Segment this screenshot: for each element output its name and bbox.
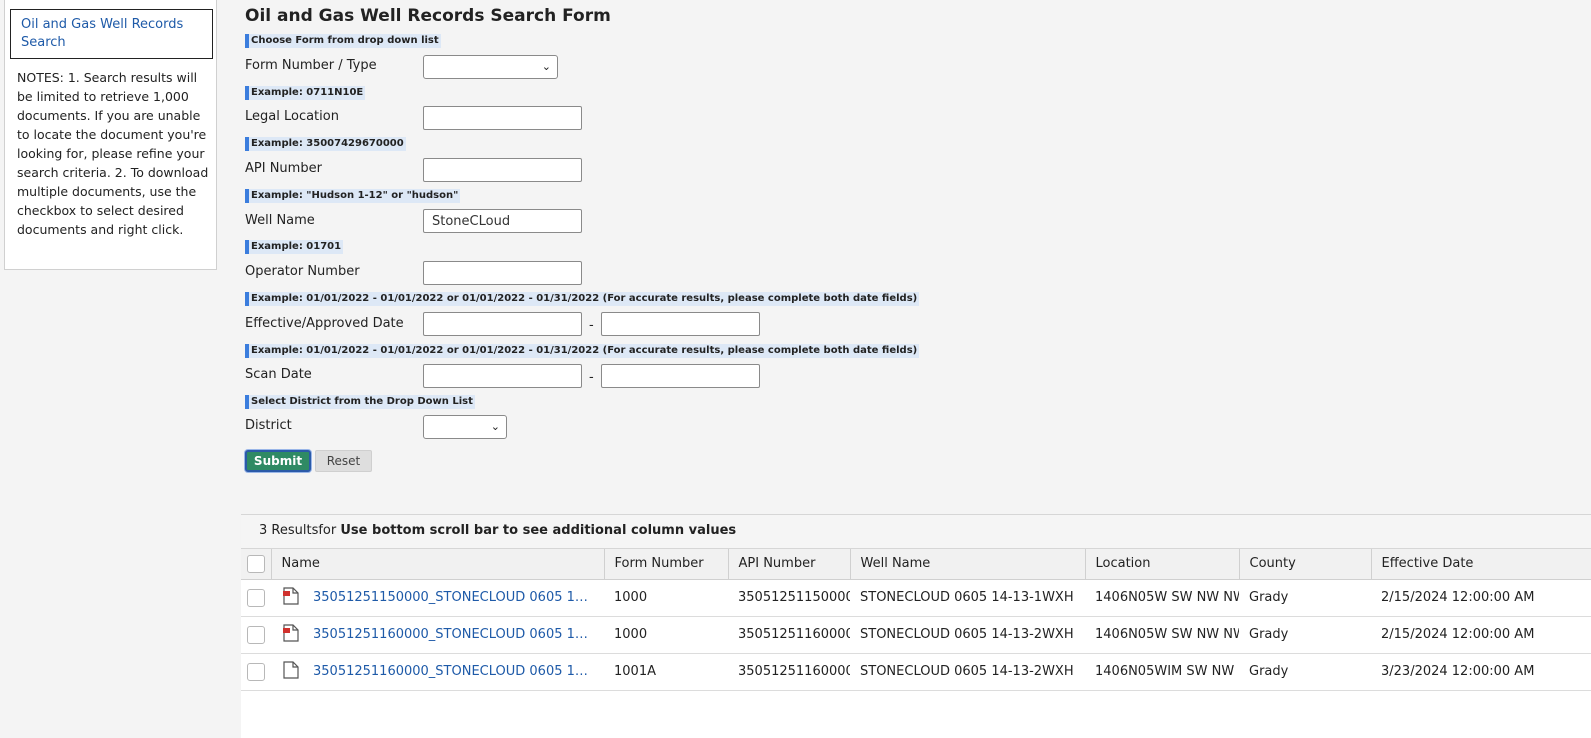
document-link[interactable]: 35051251160000_STONECLOUD 0605 14-13-2WX… xyxy=(313,664,594,679)
label-district: District xyxy=(245,418,292,433)
left-panel: Oil and Gas Well Records Search NOTES: 1… xyxy=(4,0,217,270)
row-select-cell xyxy=(241,653,271,691)
table-header-row: Name Form Number API Number Well Name Lo… xyxy=(241,549,1591,580)
row-checkbox[interactable] xyxy=(247,662,265,681)
well-name-input[interactable] xyxy=(423,209,582,233)
row-checkbox[interactable] xyxy=(247,625,265,644)
scan-date-to-input[interactable] xyxy=(601,364,760,388)
effective-date-cell: 2/15/2024 12:00:00 AM xyxy=(1371,579,1591,617)
submit-button[interactable]: Submit xyxy=(245,450,311,472)
county-cell: Grady xyxy=(1239,579,1371,617)
well-name-cell: STONECLOUD 0605 14-13-1WXH xyxy=(850,579,1085,617)
well-name-cell: STONECLOUD 0605 14-13-2WXH xyxy=(850,616,1085,654)
api-number-cell: 35051251160000 xyxy=(728,653,850,691)
chevron-down-icon: ⌄ xyxy=(541,60,551,73)
district-select[interactable]: ⌄ xyxy=(423,415,507,439)
location-cell: 1406N05W SW NW NW SW xyxy=(1085,616,1239,654)
operator-number-input[interactable] xyxy=(423,261,582,285)
label-scan-date: Scan Date xyxy=(245,367,312,382)
row-checkbox[interactable] xyxy=(247,588,265,607)
results-for: for xyxy=(318,523,341,538)
row-select-cell xyxy=(241,616,271,654)
sidebar-title-link[interactable]: Oil and Gas Well Records Search xyxy=(10,9,213,59)
row-select-cell xyxy=(241,579,271,617)
document-link[interactable]: 35051251150000_STONECLOUD 0605 14-13-1WX… xyxy=(313,590,594,605)
results-table: Name Form Number API Number Well Name Lo… xyxy=(241,549,1591,691)
name-cell: 35051251160000_STONECLOUD 0605 14-13-2WX… xyxy=(271,616,604,654)
date-range-dash: - xyxy=(589,370,594,385)
column-header-well-name[interactable]: Well Name xyxy=(850,549,1086,580)
label-legal-location: Legal Location xyxy=(245,109,339,124)
pdf-icon xyxy=(283,586,299,609)
results-count: 3 Results xyxy=(259,523,319,538)
select-all-header xyxy=(241,549,272,580)
label-well-name: Well Name xyxy=(245,213,315,228)
column-header-county[interactable]: County xyxy=(1239,549,1372,580)
scan-date-from-input[interactable] xyxy=(423,364,582,388)
column-header-form-number[interactable]: Form Number xyxy=(604,549,729,580)
location-cell: 1406N05W SW NW NW SW xyxy=(1085,579,1239,617)
effective-date-cell: 2/15/2024 12:00:00 AM xyxy=(1371,616,1591,654)
pdf-icon xyxy=(283,623,299,646)
column-header-location[interactable]: Location xyxy=(1085,549,1240,580)
hint-api: Example: 35007429670000 xyxy=(245,137,406,151)
table-row: 35051251160000_STONECLOUD 0605 14-13-2WX… xyxy=(241,653,1591,691)
api-number-cell: 35051251160000 xyxy=(728,616,850,654)
effective-date-to-input[interactable] xyxy=(601,312,760,336)
hint-district: Select District from the Drop Down List xyxy=(245,395,475,409)
select-all-checkbox[interactable] xyxy=(247,554,265,573)
api-number-cell: 35051251150000 xyxy=(728,579,850,617)
reset-button[interactable]: Reset xyxy=(315,450,372,472)
document-icon xyxy=(283,660,299,683)
legal-location-input[interactable] xyxy=(423,106,582,130)
api-number-input[interactable] xyxy=(423,158,582,182)
hint-effective-date: Example: 01/01/2022 - 01/01/2022 or 01/0… xyxy=(245,292,920,306)
column-header-api-number[interactable]: API Number xyxy=(728,549,851,580)
hint-form: Choose Form from drop down list xyxy=(245,34,441,48)
county-cell: Grady xyxy=(1239,653,1371,691)
effective-date-from-input[interactable] xyxy=(423,312,582,336)
form-number-select[interactable]: ⌄ xyxy=(423,55,558,79)
date-range-dash: - xyxy=(589,318,594,333)
table-row: 35051251150000_STONECLOUD 0605 14-13-1WX… xyxy=(241,579,1591,617)
label-form-number: Form Number / Type xyxy=(245,58,377,73)
location-cell: 1406N05WIM SW NW NW xyxy=(1085,653,1239,691)
page-title: Oil and Gas Well Records Search Form xyxy=(245,6,611,26)
county-cell: Grady xyxy=(1239,616,1371,654)
hint-well-name: Example: "Hudson 1-12" or "hudson" xyxy=(245,189,461,203)
hint-location: Example: 0711N10E xyxy=(245,86,366,100)
name-cell: 35051251160000_STONECLOUD 0605 14-13-2WX… xyxy=(271,653,604,691)
results-hint: Use bottom scroll bar to see additional … xyxy=(340,523,737,538)
label-api-number: API Number xyxy=(245,161,322,176)
sidebar-notes: NOTES: 1. Search results will be limited… xyxy=(17,70,209,237)
chevron-down-icon: ⌄ xyxy=(490,420,500,433)
form-number-cell: 1000 xyxy=(604,579,728,617)
form-number-cell: 1001A xyxy=(604,653,728,691)
well-name-cell: STONECLOUD 0605 14-13-2WXH xyxy=(850,653,1085,691)
label-effective-date: Effective/Approved Date xyxy=(245,316,404,331)
hint-scan-date: Example: 01/01/2022 - 01/01/2022 or 01/0… xyxy=(245,344,920,358)
table-row: 35051251160000_STONECLOUD 0605 14-13-2WX… xyxy=(241,616,1591,654)
column-header-name[interactable]: Name xyxy=(271,549,605,580)
hint-operator: Example: 01701 xyxy=(245,240,344,254)
effective-date-cell: 3/23/2024 12:00:00 AM xyxy=(1371,653,1591,691)
column-header-effective-date[interactable]: Effective Date xyxy=(1371,549,1591,580)
name-cell: 35051251150000_STONECLOUD 0605 14-13-1WX… xyxy=(271,579,604,617)
results-panel: 3 Resultsfor Use bottom scroll bar to se… xyxy=(241,514,1591,738)
document-link[interactable]: 35051251160000_STONECLOUD 0605 14-13-2WX… xyxy=(313,627,594,642)
form-number-cell: 1000 xyxy=(604,616,728,654)
label-operator-number: Operator Number xyxy=(245,264,360,279)
results-summary: 3 Resultsfor Use bottom scroll bar to se… xyxy=(241,515,1591,549)
